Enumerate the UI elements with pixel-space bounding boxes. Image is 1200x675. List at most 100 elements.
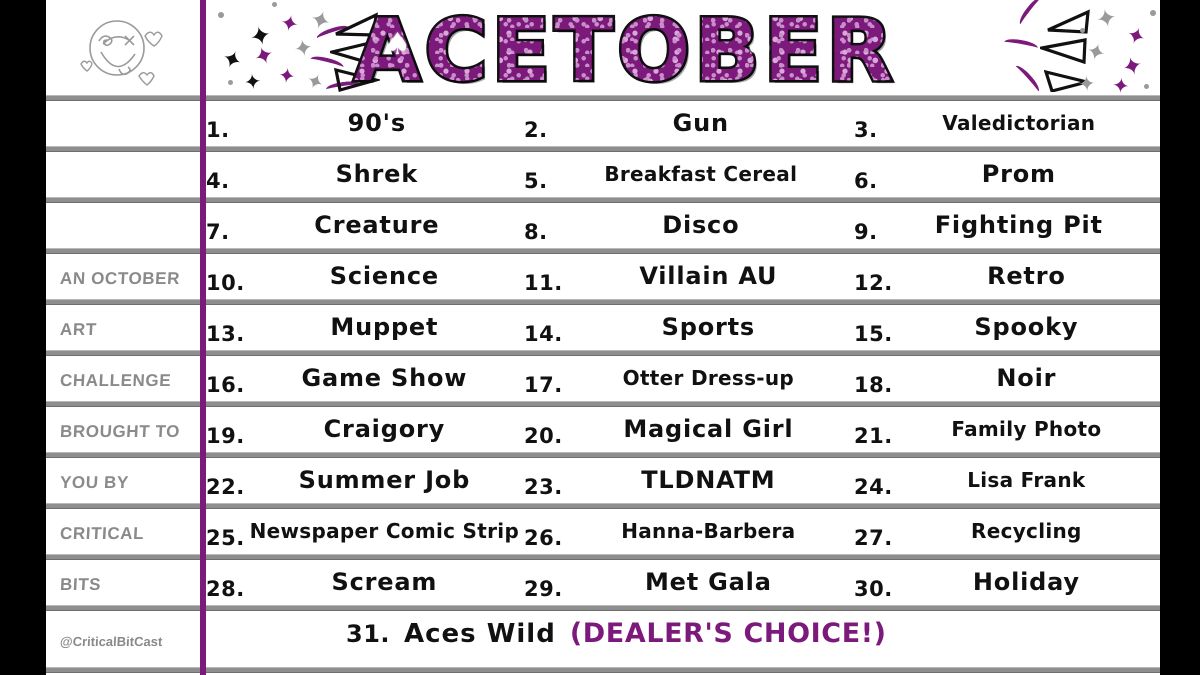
prompt-number: 13. bbox=[206, 321, 245, 346]
prompt-cell-4[interactable]: 4. Shrek bbox=[206, 151, 524, 202]
prompt-cell-11[interactable]: 11. Villain AU bbox=[524, 253, 854, 304]
confetti-squiggle bbox=[1011, 63, 1043, 95]
prompt-cell-16[interactable]: 16. Game Show bbox=[206, 355, 524, 406]
prompt-cell-25[interactable]: 25. Newspaper Comic Strip bbox=[206, 508, 524, 559]
sidebar-item-label: Brought To bbox=[59, 421, 181, 441]
prompt-cell-1[interactable]: 1. 90's bbox=[206, 100, 524, 151]
row-divider bbox=[46, 146, 1160, 152]
prompt-label: Scream bbox=[331, 567, 438, 596]
prompt-label: Aces Wild bbox=[404, 619, 556, 649]
row-divider bbox=[46, 197, 1160, 203]
confetti-star: ✦ bbox=[1122, 21, 1150, 53]
prompt-label: Spooky bbox=[974, 312, 1079, 341]
prompt-cell-15[interactable]: 15. Spooky bbox=[854, 304, 1160, 355]
prompt-label: Shrek bbox=[335, 159, 419, 188]
prompt-label: Villain AU bbox=[639, 261, 778, 290]
table-row: 1. 90's 2. Gun 3. Valedictorian bbox=[46, 100, 1160, 151]
prompt-label: Craigory bbox=[323, 414, 446, 443]
prompt-cell-7[interactable]: 7. Creature bbox=[206, 202, 524, 253]
prompt-label: Science bbox=[329, 261, 439, 290]
prompt-number: 21. bbox=[854, 423, 893, 448]
prompt-cell-26[interactable]: 26. Hanna-Barbera bbox=[524, 508, 854, 559]
smiling-face-doodle-icon bbox=[75, 8, 165, 94]
prompt-label: Muppet bbox=[330, 312, 439, 341]
confetti-triangle bbox=[1035, 38, 1088, 68]
confetti-squiggle bbox=[1003, 37, 1039, 53]
prompt-number: 18. bbox=[854, 372, 893, 397]
prompt-cell-24[interactable]: 24. Lisa Frank bbox=[854, 457, 1160, 508]
prompt-cell-17[interactable]: 17. Otter Dress-up bbox=[524, 355, 854, 406]
dealers-choice-note: (DEALER'S CHOICE!) bbox=[569, 618, 887, 649]
prompt-number: 19. bbox=[206, 423, 245, 448]
prompt-number: 26. bbox=[524, 525, 563, 550]
confetti-star: ✦ bbox=[1077, 71, 1097, 97]
sidebar-cell: Critical bbox=[46, 508, 200, 559]
prompt-label: Met Gala bbox=[644, 567, 772, 596]
prompt-number: 9. bbox=[854, 219, 878, 244]
prompt-cell-22[interactable]: 22. Summer Job bbox=[206, 457, 524, 508]
prompt-label: Retro bbox=[987, 261, 1066, 290]
prompt-cell-8[interactable]: 8. Disco bbox=[524, 202, 854, 253]
confetti-star: ✦ bbox=[276, 62, 298, 90]
prompt-label: Recycling bbox=[971, 518, 1082, 543]
prompt-number: 30. bbox=[854, 576, 893, 601]
prompt-label: Newspaper Comic Strip bbox=[249, 518, 520, 543]
column-divider bbox=[200, 0, 206, 675]
row-divider bbox=[46, 401, 1160, 407]
confetti-squiggle bbox=[1016, 0, 1046, 28]
sidebar-cell: Bits bbox=[46, 559, 200, 610]
prompt-cell-14[interactable]: 14. Sports bbox=[524, 304, 854, 355]
prompt-cell-10[interactable]: 10. Science bbox=[206, 253, 524, 304]
poster-title: ACETOBER bbox=[352, 0, 897, 100]
sidebar-cell bbox=[46, 151, 200, 202]
row-divider bbox=[46, 503, 1160, 509]
sidebar-cell: Brought To bbox=[46, 406, 200, 457]
prompt-number: 22. bbox=[206, 474, 245, 499]
heart-icon: ♥ bbox=[966, 22, 986, 47]
prompt-number: 1. bbox=[206, 117, 230, 142]
prompt-label: Disco bbox=[662, 210, 740, 239]
prompt-number: 6. bbox=[854, 168, 878, 193]
row-divider bbox=[46, 554, 1160, 560]
prompt-label: Otter Dress-up bbox=[622, 365, 795, 390]
prompt-number: 7. bbox=[206, 219, 230, 244]
prompt-cell-6[interactable]: 6. Prom bbox=[854, 151, 1160, 202]
row-divider bbox=[46, 299, 1160, 305]
prompt-cell-19[interactable]: 19. Craigory bbox=[206, 406, 524, 457]
prompt-label: Gun bbox=[672, 108, 729, 137]
prompt-number: 16. bbox=[206, 372, 245, 397]
poster-header: ✦ ✦ ✦ ✦ ✦ ✦ ✦ ✦ ✦ ACETOBER ACETOBER ♠ ♣ … bbox=[46, 0, 1160, 100]
prompt-cell-9[interactable]: 9. Fighting Pit bbox=[854, 202, 1160, 253]
prompt-cell-29[interactable]: 29. Met Gala bbox=[524, 559, 854, 610]
prompt-number: 15. bbox=[854, 321, 893, 346]
sidebar-cell bbox=[46, 100, 200, 151]
prompt-cell-21[interactable]: 21. Family Photo bbox=[854, 406, 1160, 457]
row-divider bbox=[46, 248, 1160, 254]
sidebar-cell bbox=[46, 202, 200, 253]
prompt-cell-30[interactable]: 30. Holiday bbox=[854, 559, 1160, 610]
row-divider bbox=[46, 667, 1160, 673]
confetti-star: ✦ bbox=[242, 69, 263, 95]
prompt-cell-31[interactable]: 31. Aces Wild (DEALER'S CHOICE!) bbox=[346, 618, 887, 649]
row-divider bbox=[46, 452, 1160, 458]
table-row: Bits 28. Scream 29. Met Gala 30. Holiday bbox=[46, 559, 1160, 610]
prompt-label: Prom bbox=[981, 159, 1056, 188]
prompt-cell-28[interactable]: 28. Scream bbox=[206, 559, 524, 610]
prompt-number: 3. bbox=[854, 117, 878, 142]
prompt-cell-3[interactable]: 3. Valedictorian bbox=[854, 100, 1160, 151]
table-row: 7. Creature 8. Disco 9. Fighting Pit bbox=[46, 202, 1160, 253]
club-icon: ♣ bbox=[747, 29, 773, 62]
prompt-label: Fighting Pit bbox=[934, 210, 1103, 239]
prompt-cell-20[interactable]: 20. Magical Girl bbox=[524, 406, 854, 457]
confetti-star: ✦ bbox=[1093, 2, 1120, 35]
prompt-cell-27[interactable]: 27. Recycling bbox=[854, 508, 1160, 559]
sidebar-cell-handle[interactable]: @CriticalBitCast bbox=[46, 610, 200, 672]
prompt-number: 17. bbox=[524, 372, 563, 397]
prompt-cell-18[interactable]: 18. Noir bbox=[854, 355, 1160, 406]
prompt-cell-13[interactable]: 13. Muppet bbox=[206, 304, 524, 355]
prompt-cell-5[interactable]: 5. Breakfast Cereal bbox=[524, 151, 854, 202]
prompt-cell-2[interactable]: 2. Gun bbox=[524, 100, 854, 151]
prompt-label: Hanna-Barbera bbox=[621, 518, 796, 543]
prompt-cell-12[interactable]: 12. Retro bbox=[854, 253, 1160, 304]
prompt-cell-23[interactable]: 23. TLDNATM bbox=[524, 457, 854, 508]
